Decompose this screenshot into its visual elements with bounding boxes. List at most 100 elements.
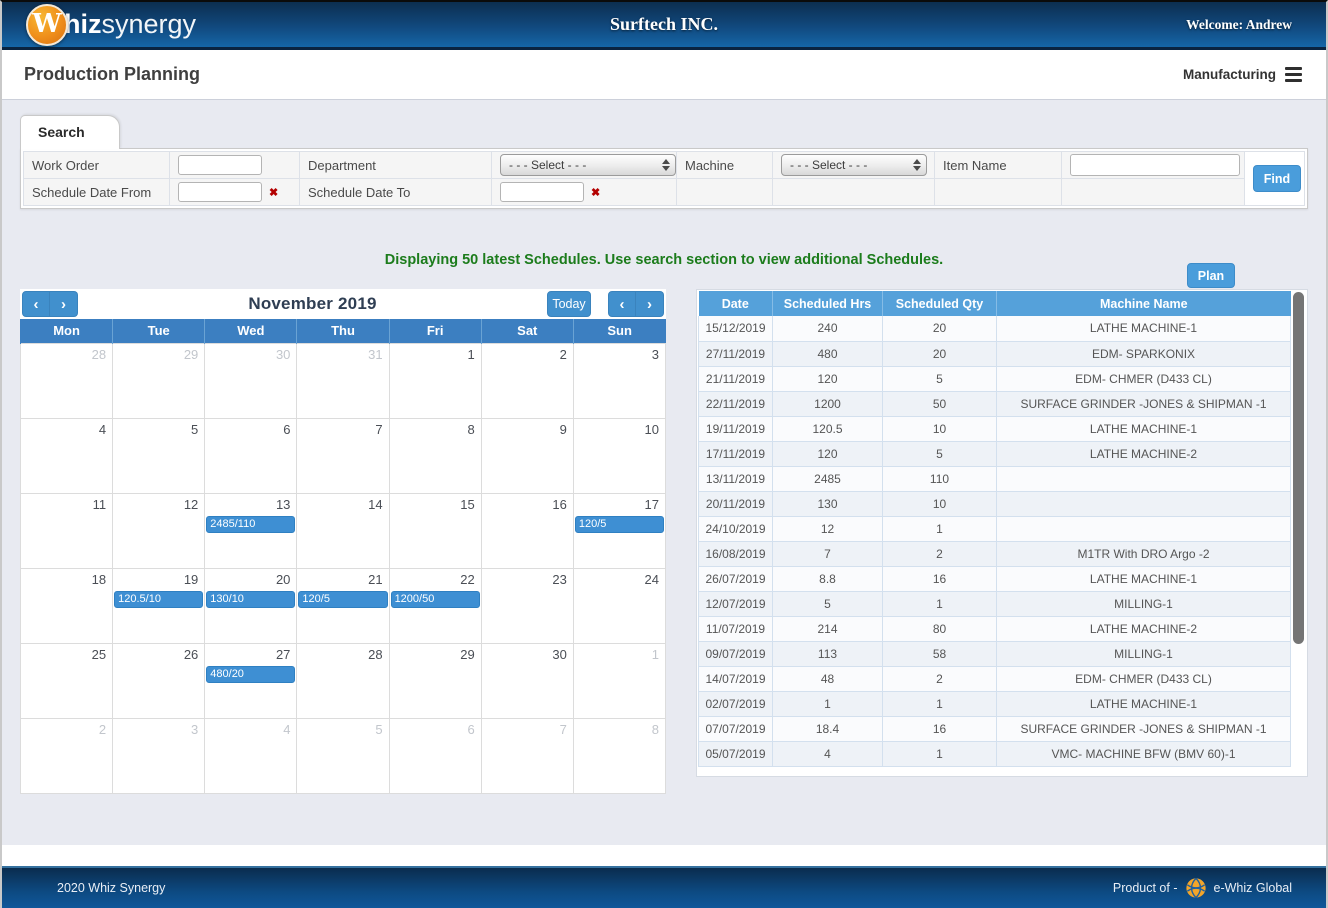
calendar-day-cell[interactable]: 30 xyxy=(481,643,573,718)
calendar-day-cell[interactable]: 31 xyxy=(297,343,389,418)
calendar-day-cell[interactable]: 6 xyxy=(389,718,481,793)
calendar-day-cell[interactable]: 10 xyxy=(573,418,665,493)
work-order-input[interactable] xyxy=(178,155,262,175)
schedule-event[interactable]: 1200/50 xyxy=(391,591,480,608)
calendar-day-cell[interactable]: 3 xyxy=(573,343,665,418)
calendar-day-cell[interactable]: 7 xyxy=(297,418,389,493)
calendar-day-cell[interactable]: 15 xyxy=(389,493,481,568)
schedule-event[interactable]: 2485/110 xyxy=(206,516,295,533)
empty-cell xyxy=(677,179,773,206)
schedule-row[interactable]: 26/07/20198.816LATHE MACHINE-1 xyxy=(699,566,1291,591)
schedule-row[interactable]: 11/07/201921480LATHE MACHINE-2 xyxy=(699,616,1291,641)
calendar-day-cell[interactable]: 5 xyxy=(113,418,205,493)
calendar-day-cell[interactable]: 27480/20 xyxy=(205,643,297,718)
schedule-row[interactable]: 05/07/201941VMC- MACHINE BFW (BMV 60)-1 xyxy=(699,741,1291,766)
calendar-day-cell[interactable]: 26 xyxy=(113,643,205,718)
machine-select[interactable]: - - - Select - - - xyxy=(781,154,927,176)
plan-button[interactable]: Plan xyxy=(1187,263,1235,288)
calendar-day-cell[interactable]: 23 xyxy=(481,568,573,643)
calendar-day-cell[interactable]: 4 xyxy=(21,418,113,493)
schedule-event[interactable]: 480/20 xyxy=(206,666,295,683)
schedule-row[interactable]: 27/11/201948020EDM- SPARKONIX xyxy=(699,341,1291,366)
table-scrollbar[interactable] xyxy=(1292,292,1305,767)
schedule-row[interactable]: 07/07/201918.416SURFACE GRINDER -JONES &… xyxy=(699,716,1291,741)
tab-search[interactable]: Search xyxy=(20,115,120,149)
schedule-cell: 26/07/2019 xyxy=(699,566,773,591)
calendar-day-cell[interactable]: 24 xyxy=(573,568,665,643)
calendar-day-cell[interactable]: 4 xyxy=(205,718,297,793)
day-number: 24 xyxy=(574,569,665,587)
schedule-row[interactable]: 09/07/201911358MILLING-1 xyxy=(699,641,1291,666)
schedule-row[interactable]: 21/11/20191205EDM- CHMER (D433 CL) xyxy=(699,366,1291,391)
calendar-day-cell[interactable]: 6 xyxy=(205,418,297,493)
schedule-cell: 58 xyxy=(883,641,997,666)
schedule-event[interactable]: 120/5 xyxy=(575,516,664,533)
calendar-day-cell[interactable]: 2 xyxy=(21,718,113,793)
calendar-next-button[interactable]: › xyxy=(50,291,78,317)
calendar-day-cell[interactable]: 3 xyxy=(113,718,205,793)
calendar-day-cell[interactable]: 1 xyxy=(573,643,665,718)
schedule-row[interactable]: 12/07/201951MILLING-1 xyxy=(699,591,1291,616)
schedule-row[interactable]: 16/08/201972M1TR With DRO Argo -2 xyxy=(699,541,1291,566)
calendar-prev-button[interactable]: ‹ xyxy=(608,291,636,317)
department-label: Department xyxy=(300,152,492,179)
calendar-day-cell[interactable]: 7 xyxy=(481,718,573,793)
calendar-day-cell[interactable]: 19120.5/10 xyxy=(113,568,205,643)
calendar-day-cell[interactable]: 9 xyxy=(481,418,573,493)
schedule-event[interactable]: 120/5 xyxy=(298,591,387,608)
calendar-day-cell[interactable]: 221200/50 xyxy=(389,568,481,643)
calendar-prev-button[interactable]: ‹ xyxy=(22,291,50,317)
day-header: Sun xyxy=(573,319,665,343)
schedule-cell: 48 xyxy=(773,666,883,691)
schedule-row[interactable]: 14/07/2019482EDM- CHMER (D433 CL) xyxy=(699,666,1291,691)
calendar-day-cell[interactable]: 18 xyxy=(21,568,113,643)
menu-icon[interactable] xyxy=(1285,67,1302,82)
item-name-input[interactable] xyxy=(1070,154,1240,176)
calendar-day-cell[interactable]: 28 xyxy=(21,343,113,418)
schedule-date-from-input[interactable] xyxy=(178,182,262,202)
schedule-date-to-input[interactable] xyxy=(500,182,584,202)
clear-date-to-icon[interactable]: ✖ xyxy=(591,187,600,199)
calendar-day-cell[interactable]: 14 xyxy=(297,493,389,568)
welcome-user: Welcome: Andrew xyxy=(1186,17,1292,33)
calendar-day-cell[interactable]: 132485/110 xyxy=(205,493,297,568)
find-button[interactable]: Find xyxy=(1253,165,1301,192)
day-number: 23 xyxy=(482,569,573,587)
calendar-day-cell[interactable]: 11 xyxy=(21,493,113,568)
calendar-week-row: 1112132485/11014151617120/5 xyxy=(21,493,666,568)
department-select[interactable]: - - - Select - - - xyxy=(500,154,676,176)
calendar-day-cell[interactable]: 29 xyxy=(113,343,205,418)
calendar-today-button[interactable]: Today xyxy=(547,291,591,317)
scrollbar-thumb[interactable] xyxy=(1293,292,1304,644)
calendar-day-cell[interactable]: 16 xyxy=(481,493,573,568)
schedule-row[interactable]: 17/11/20191205LATHE MACHINE-2 xyxy=(699,441,1291,466)
calendar-day-cell[interactable]: 8 xyxy=(573,718,665,793)
clear-date-from-icon[interactable]: ✖ xyxy=(269,187,278,199)
company-name: Surftech INC. xyxy=(2,14,1326,35)
calendar-day-cell[interactable]: 1 xyxy=(389,343,481,418)
calendar-day-cell[interactable]: 12 xyxy=(113,493,205,568)
schedule-event[interactable]: 120.5/10 xyxy=(114,591,203,608)
schedule-row[interactable]: 13/11/20192485110 xyxy=(699,466,1291,491)
calendar-day-cell[interactable]: 28 xyxy=(297,643,389,718)
calendar-day-cell[interactable]: 25 xyxy=(21,643,113,718)
schedule-row[interactable]: 15/12/201924020LATHE MACHINE-1 xyxy=(699,316,1291,341)
calendar-day-cell[interactable]: 30 xyxy=(205,343,297,418)
calendar-day-cell[interactable]: 5 xyxy=(297,718,389,793)
schedule-cell: 20 xyxy=(883,341,997,366)
module-switcher[interactable]: Manufacturing xyxy=(1183,67,1302,82)
calendar-day-cell[interactable]: 17120/5 xyxy=(573,493,665,568)
schedule-row[interactable]: 22/11/2019120050SURFACE GRINDER -JONES &… xyxy=(699,391,1291,416)
schedule-row[interactable]: 02/07/201911LATHE MACHINE-1 xyxy=(699,691,1291,716)
schedule-row[interactable]: 20/11/201913010 xyxy=(699,491,1291,516)
page-title: Production Planning xyxy=(24,64,200,85)
calendar-day-cell[interactable]: 21120/5 xyxy=(297,568,389,643)
calendar-day-cell[interactable]: 8 xyxy=(389,418,481,493)
schedule-row[interactable]: 24/10/2019121 xyxy=(699,516,1291,541)
calendar-day-cell[interactable]: 29 xyxy=(389,643,481,718)
calendar-day-cell[interactable]: 2 xyxy=(481,343,573,418)
schedule-event[interactable]: 130/10 xyxy=(206,591,295,608)
calendar-day-cell[interactable]: 20130/10 xyxy=(205,568,297,643)
schedule-row[interactable]: 19/11/2019120.510LATHE MACHINE-1 xyxy=(699,416,1291,441)
calendar-next-button[interactable]: › xyxy=(636,291,664,317)
